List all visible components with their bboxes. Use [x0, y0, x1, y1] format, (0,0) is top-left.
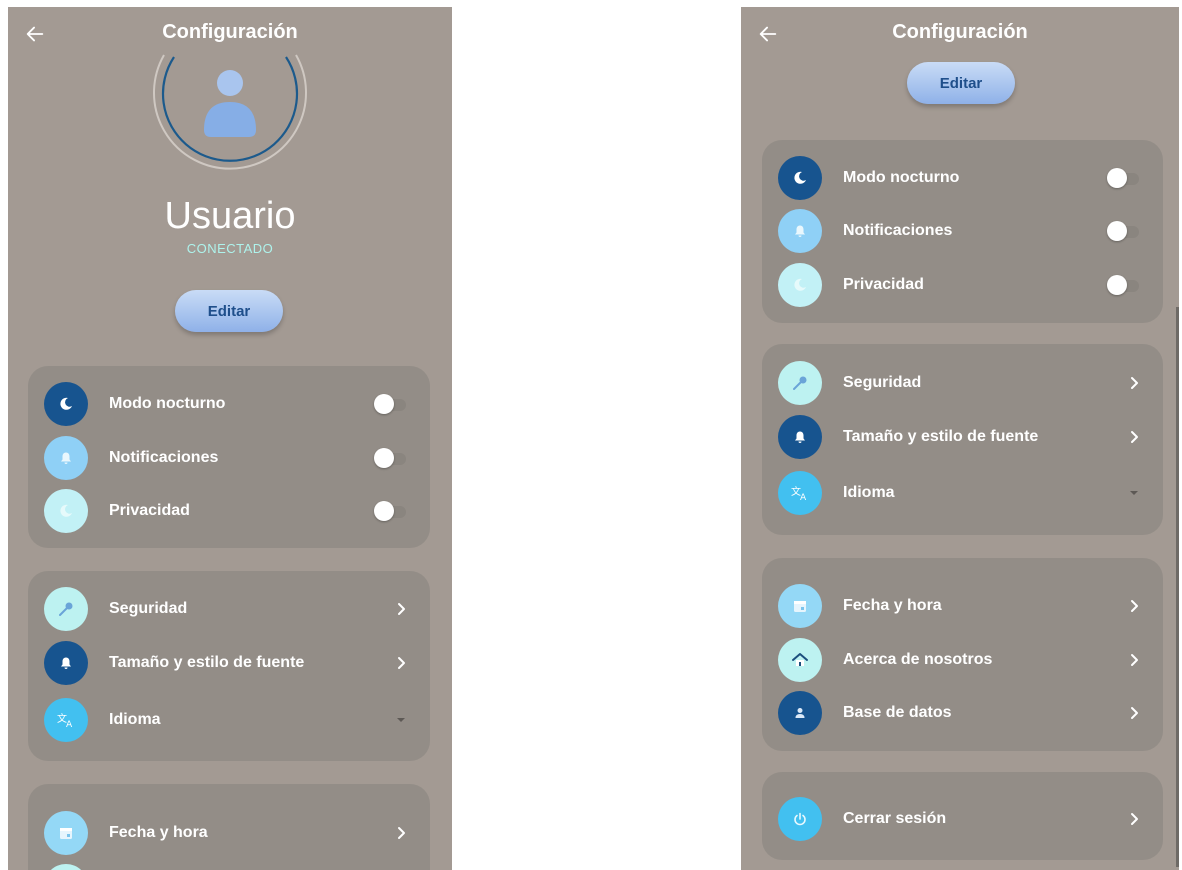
toggle-row-privacy[interactable]: Privacidad [778, 262, 1141, 308]
row-label: Cerrar sesión [843, 810, 947, 827]
row-label: Privacidad [843, 276, 924, 293]
chevron-down-icon[interactable] [394, 715, 408, 725]
extra-card: Fecha y hora Acerca de nosotros Base de … [762, 558, 1163, 751]
chevron-down-icon[interactable] [1127, 488, 1141, 498]
translate-icon: 文A [44, 698, 88, 742]
logout-card: Cerrar sesión [762, 772, 1163, 860]
bell-icon [44, 641, 88, 685]
chevron-right-icon [1131, 707, 1138, 719]
row-label: Base de datos [843, 704, 952, 721]
moon-icon [778, 156, 822, 200]
toggles-card: Modo nocturno Notificaciones Privacidad [28, 366, 430, 548]
page-title: Configuración [892, 21, 1028, 43]
bell-icon [778, 209, 822, 253]
settings-row-font[interactable]: Tamaño y estilo de fuente [778, 414, 1141, 460]
user-head-icon [217, 70, 243, 96]
chevron-right-icon [398, 603, 405, 615]
extra-card: Fecha y hora [28, 784, 430, 870]
row-label: Notificaciones [109, 449, 219, 466]
night-mode-switch[interactable] [1107, 168, 1141, 188]
settings-row-font[interactable]: Tamaño y estilo de fuente [44, 640, 408, 686]
scrollbar[interactable] [1176, 307, 1179, 867]
settings-row-security[interactable]: Seguridad [778, 360, 1141, 406]
toggle-row-notifications[interactable]: Notificaciones [778, 208, 1141, 254]
row-label: Tamaño y estilo de fuente [109, 654, 305, 671]
toggle-row-night-mode[interactable]: Modo nocturno [778, 155, 1141, 201]
night-mode-switch[interactable] [374, 394, 408, 414]
notifications-switch[interactable] [1107, 221, 1141, 241]
key-icon [44, 587, 88, 631]
toggles-card: Modo nocturno Notificaciones Privacidad [762, 140, 1163, 323]
row-label: Acerca de nosotros [843, 651, 993, 668]
edit-button[interactable]: Editar [175, 290, 283, 332]
row-label: Idioma [843, 484, 895, 501]
connection-status: CONECTADO [186, 241, 274, 256]
logout-row[interactable]: Cerrar sesión [778, 796, 1141, 842]
bell-icon [778, 415, 822, 459]
moon-icon [778, 263, 822, 307]
toggle-row-privacy[interactable]: Privacidad [44, 488, 408, 534]
settings-row-database[interactable]: Base de datos [778, 690, 1141, 736]
avatar[interactable] [153, 35, 308, 175]
settings-screen-right: Configuración Editar Modo nocturno Notif… [741, 7, 1179, 870]
avatar-ring [153, 54, 307, 170]
row-label: Privacidad [109, 502, 190, 519]
person-icon [778, 691, 822, 735]
privacy-switch[interactable] [374, 501, 408, 521]
settings-row-language[interactable]: 文A Idioma [778, 470, 1141, 516]
chevron-right-icon [398, 827, 405, 839]
power-icon [778, 797, 822, 841]
row-label: Seguridad [843, 374, 922, 391]
user-body-icon [204, 102, 256, 137]
calendar-icon [44, 811, 88, 855]
row-label: Seguridad [109, 600, 188, 617]
chevron-right-icon [398, 657, 405, 669]
row-label: Modo nocturno [109, 395, 226, 412]
settings-card: Seguridad Tamaño y estilo de fuente 文A I… [762, 344, 1163, 535]
bell-icon [44, 436, 88, 480]
settings-screen-left: Configuración Usuario CONECTADO Editar M… [8, 7, 452, 870]
row-label: Modo nocturno [843, 169, 960, 186]
chevron-right-icon [1131, 600, 1138, 612]
svg-text:A: A [800, 493, 807, 501]
key-icon [778, 361, 822, 405]
username: Usuario [164, 195, 296, 237]
chevron-right-icon [1131, 813, 1138, 825]
moon-icon [44, 489, 88, 533]
row-label: Fecha y hora [843, 597, 942, 614]
settings-row-security[interactable]: Seguridad [44, 586, 408, 632]
toggle-row-notifications[interactable]: Notificaciones [44, 435, 408, 481]
settings-row-about-us[interactable]: Acerca de nosotros [778, 637, 1141, 683]
notifications-switch[interactable] [374, 448, 408, 468]
row-label: Tamaño y estilo de fuente [843, 428, 1039, 445]
settings-row-date-time[interactable]: Fecha y hora [44, 810, 408, 856]
edit-button[interactable]: Editar [907, 62, 1015, 104]
row-label: Idioma [109, 711, 161, 728]
home-icon [778, 638, 822, 682]
top-bar: Configuración [741, 7, 1179, 59]
chevron-right-icon [1131, 377, 1138, 389]
moon-icon [44, 382, 88, 426]
partial-icon [44, 864, 88, 870]
calendar-icon [778, 584, 822, 628]
row-label: Fecha y hora [109, 824, 208, 841]
settings-card: Seguridad Tamaño y estilo de fuente 文A I… [28, 571, 430, 761]
chevron-right-icon [1131, 431, 1138, 443]
chevron-right-icon [1131, 654, 1138, 666]
svg-text:A: A [66, 720, 73, 728]
settings-row-date-time[interactable]: Fecha y hora [778, 583, 1141, 629]
toggle-row-night-mode[interactable]: Modo nocturno [44, 381, 408, 427]
privacy-switch[interactable] [1107, 275, 1141, 295]
translate-icon: 文A [778, 471, 822, 515]
row-label: Notificaciones [843, 222, 953, 239]
settings-row-language[interactable]: 文A Idioma [44, 697, 408, 743]
